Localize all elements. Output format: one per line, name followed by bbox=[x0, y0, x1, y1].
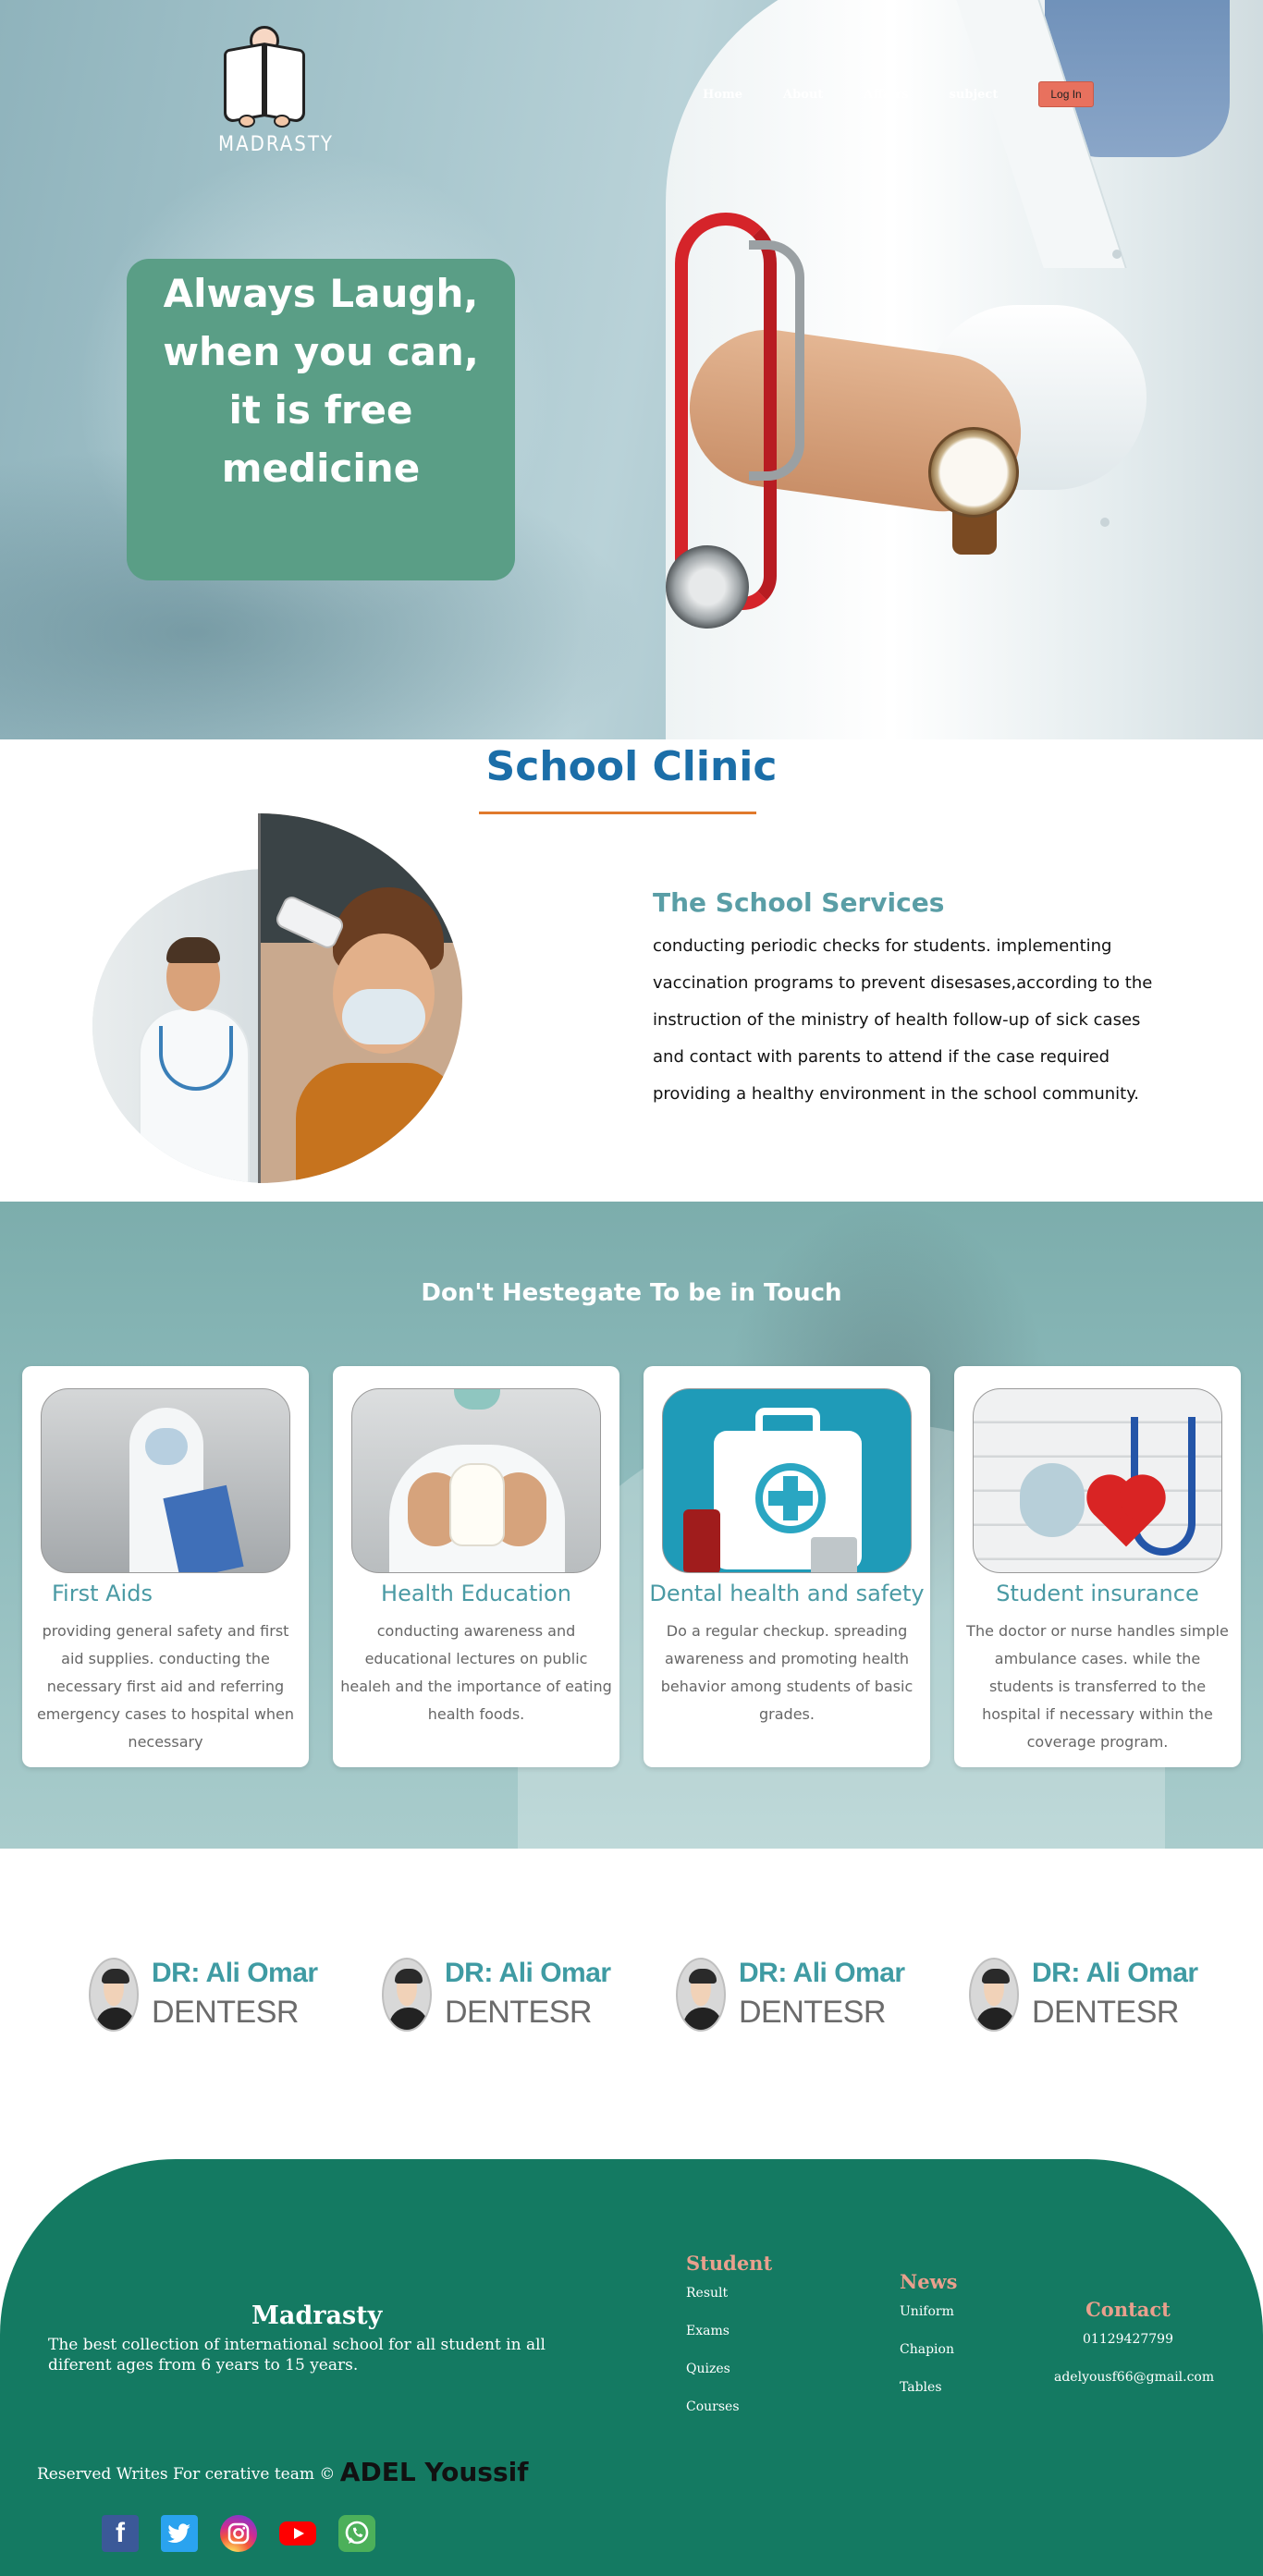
nav-about[interactable]: About bbox=[783, 88, 823, 102]
touch-title: Don't Hestegate To be in Touch bbox=[421, 1279, 842, 1307]
dentist-tooth-image bbox=[351, 1388, 601, 1573]
footer-description: The best collection of international sch… bbox=[48, 2336, 546, 2375]
twitter-icon[interactable] bbox=[161, 2515, 198, 2552]
copyright-text: Reserved Writes For cerative team © bbox=[37, 2465, 336, 2484]
doctor-card[interactable]: DR: Ali Omar DENTESR bbox=[89, 1958, 348, 2050]
nav-subject[interactable]: subject bbox=[950, 88, 999, 102]
youtube-icon[interactable] bbox=[279, 2515, 316, 2552]
whatsapp-icon[interactable] bbox=[338, 2515, 375, 2552]
hero-stethoscope-tube bbox=[749, 240, 804, 481]
hero-quote-line: medicine bbox=[221, 446, 421, 491]
site-footer: Madrasty The best collection of internat… bbox=[0, 2159, 1263, 2576]
card-title: Student insurance bbox=[996, 1581, 1199, 1606]
copyright-author: ADEL Youssif bbox=[339, 2457, 529, 2487]
facebook-icon[interactable]: f bbox=[102, 2515, 139, 2552]
services-line: and contact with parents to attend if th… bbox=[653, 1047, 1110, 1067]
clinic-title: School Clinic bbox=[485, 743, 778, 790]
card-description: The doctor or nurse handles simple ambul… bbox=[966, 1622, 1229, 1751]
book-reader-icon bbox=[220, 26, 309, 128]
heart-stethoscope-image bbox=[973, 1388, 1222, 1573]
footer-link-uniform[interactable]: Uniform bbox=[900, 2304, 957, 2342]
hero-quote-line: when you can, bbox=[163, 329, 479, 374]
footer-news-heading: News bbox=[900, 2270, 958, 2293]
services-line: instruction of the ministry of health fo… bbox=[653, 1010, 1141, 1030]
doctor-card[interactable]: DR: Ali Omar DENTESR bbox=[382, 1958, 641, 2050]
footer-link-quizes[interactable]: Quizes bbox=[686, 2362, 772, 2399]
footer-link-result[interactable]: Result bbox=[686, 2286, 772, 2324]
instagram-icon[interactable] bbox=[220, 2515, 257, 2552]
services-line: providing a healthy environment in the s… bbox=[653, 1084, 1140, 1104]
footer-student-column: Student Result Exams Quizes Courses bbox=[686, 2252, 772, 2437]
doctor-avatar-icon bbox=[969, 1958, 1019, 2032]
card-description: providing general safety and first aid s… bbox=[36, 1622, 295, 1751]
card-description: conducting awareness and educational lec… bbox=[340, 1622, 612, 1723]
clinic-image-divider bbox=[258, 813, 261, 1183]
doctor-specialty: DENTESR bbox=[445, 1995, 592, 2030]
footer-link-tables[interactable]: Tables bbox=[900, 2380, 957, 2418]
doctor-name: DR: Ali Omar bbox=[152, 1958, 318, 1988]
doctor-avatar-icon bbox=[676, 1958, 726, 2032]
doctor-card[interactable]: DR: Ali Omar DENTESR bbox=[969, 1958, 1228, 2050]
doctor-card[interactable]: DR: Ali Omar DENTESR bbox=[676, 1958, 935, 2050]
card-title: Health Education bbox=[381, 1581, 571, 1606]
doctor-avatar-icon bbox=[89, 1958, 139, 2032]
doctor-specialty: DENTESR bbox=[1032, 1995, 1179, 2030]
doctor-name: DR: Ali Omar bbox=[1032, 1958, 1198, 1988]
services-text: conducting periodic checks for students.… bbox=[653, 928, 1198, 1113]
doctor-name: DR: Ali Omar bbox=[739, 1958, 905, 1988]
service-cards: First Aids providing general safety and … bbox=[22, 1366, 1243, 1767]
first-aid-worker-image bbox=[41, 1388, 290, 1573]
hero-quote-line: it is free bbox=[228, 387, 413, 433]
nav-affairs[interactable]: Affairs bbox=[864, 88, 908, 102]
hero-quote-line: Always Laugh, bbox=[163, 271, 479, 316]
footer-link-exams[interactable]: Exams bbox=[686, 2324, 772, 2362]
doctor-name: DR: Ali Omar bbox=[445, 1958, 611, 1988]
doctor-specialty: DENTESR bbox=[152, 1995, 299, 2030]
clinic-student-image bbox=[259, 813, 462, 1183]
services-line: conducting periodic checks for students.… bbox=[653, 936, 1112, 956]
service-card-first-aids[interactable]: First Aids providing general safety and … bbox=[22, 1366, 309, 1767]
card-title: First Aids bbox=[52, 1581, 153, 1606]
clinic-title-underline bbox=[479, 812, 756, 814]
footer-link-courses[interactable]: Courses bbox=[686, 2399, 772, 2437]
logo-text: MADRASTY bbox=[218, 133, 334, 156]
services-title: The School Services bbox=[653, 887, 945, 918]
footer-email[interactable]: adelyousf66@gmail.com bbox=[1054, 2370, 1214, 2408]
clinic-doctor-image bbox=[92, 869, 268, 1183]
service-card-dental-health[interactable]: Dental health and safety Do a regular ch… bbox=[644, 1366, 930, 1767]
coat-button bbox=[1112, 250, 1122, 259]
first-aid-kit-image bbox=[662, 1388, 912, 1573]
site-logo[interactable]: MADRASTY bbox=[218, 26, 334, 165]
footer-phone[interactable]: 01129427799 bbox=[1054, 2332, 1202, 2370]
hero-watch bbox=[928, 427, 1019, 518]
service-card-health-education[interactable]: Health Education conducting awareness an… bbox=[333, 1366, 619, 1767]
services-line: vaccination programs to prevent disesase… bbox=[653, 973, 1153, 993]
main-nav: Home About Affairs subject Log In bbox=[703, 81, 1094, 107]
doctors-section: DR: Ali Omar DENTESR DR: Ali Omar DENTES… bbox=[0, 1941, 1263, 2061]
card-description: Do a regular checkup. spreading awarenes… bbox=[660, 1622, 914, 1723]
hero-stethoscope-chestpiece bbox=[666, 545, 749, 629]
social-links: f bbox=[102, 2515, 375, 2552]
login-button[interactable]: Log In bbox=[1038, 81, 1094, 107]
hero-section: MADRASTY Home About Affairs subject Log … bbox=[0, 0, 1263, 739]
doctor-avatar-icon bbox=[382, 1958, 432, 2032]
footer-contact-column: Contact 01129427799 adelyousf66@gmail.co… bbox=[1054, 2298, 1214, 2408]
coat-button bbox=[1100, 518, 1110, 527]
footer-brand: Madrasty bbox=[251, 2301, 383, 2330]
nav-home[interactable]: Home bbox=[703, 88, 742, 102]
footer-link-chapion[interactable]: Chapion bbox=[900, 2342, 957, 2380]
footer-contact-heading: Contact bbox=[1085, 2298, 1171, 2321]
hero-quote-box: Always Laugh, when you can, it is free m… bbox=[127, 259, 515, 580]
doctor-specialty: DENTESR bbox=[739, 1995, 886, 2030]
footer-news-column: News Uniform Chapion Tables bbox=[900, 2270, 957, 2418]
service-card-student-insurance[interactable]: Student insurance The doctor or nurse ha… bbox=[954, 1366, 1241, 1767]
footer-copyright: Reserved Writes For cerative team © ADEL… bbox=[37, 2457, 528, 2487]
card-title: Dental health and safety bbox=[649, 1581, 925, 1606]
footer-student-heading: Student bbox=[686, 2252, 773, 2275]
